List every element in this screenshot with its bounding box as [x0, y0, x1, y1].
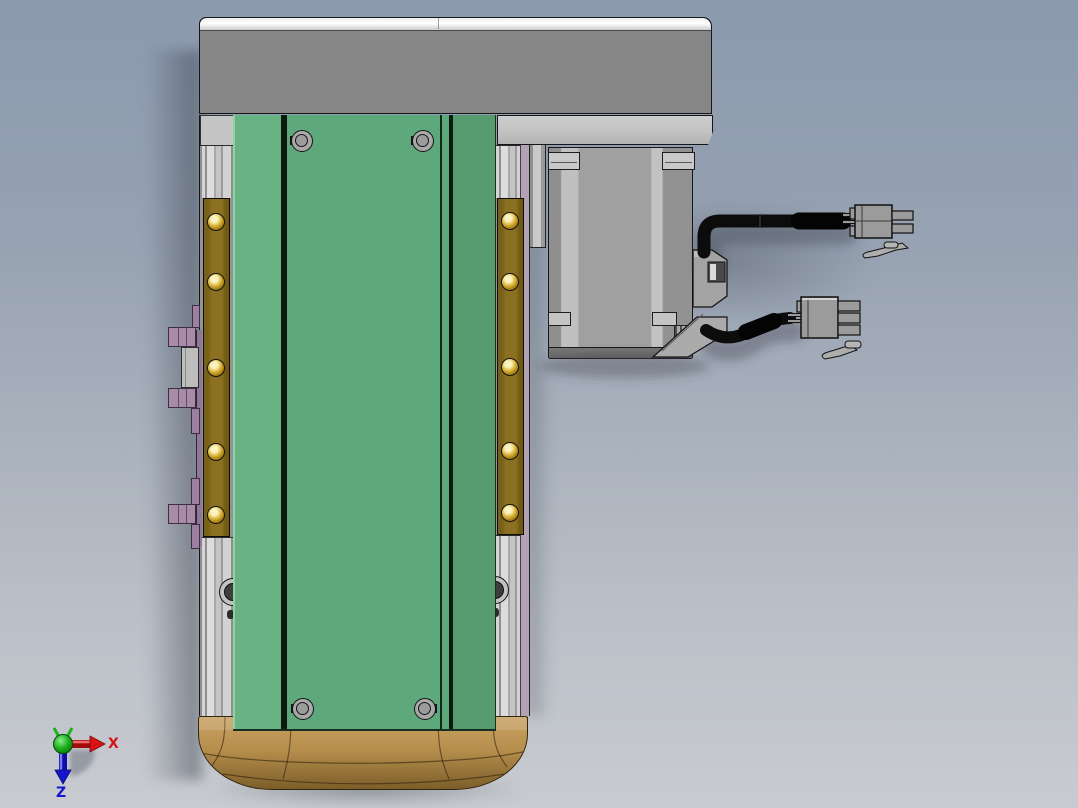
carriage-screw-core: [416, 134, 429, 147]
screw-notch: [435, 704, 437, 713]
motor-cable-bottom: [700, 312, 802, 344]
rail-screw: [207, 443, 225, 461]
screw-notch: [411, 136, 413, 145]
cad-viewport[interactable]: X Z: [0, 0, 1078, 808]
sensor1-tab-top: [192, 305, 200, 328]
orientation-triad: X Z: [52, 727, 119, 801]
belt-filler-strip: [442, 115, 449, 731]
motor-clip-left: [548, 312, 571, 326]
motor-shaft-housing: [529, 145, 546, 248]
sensor-bracket: [181, 347, 199, 388]
screw-notch: [290, 136, 292, 145]
screw-notch: [291, 704, 293, 713]
sensor3-tab-bottom: [191, 524, 200, 549]
rail-screw: [501, 504, 519, 522]
top-end-plate: [199, 17, 712, 114]
triad-x-arrow: [69, 735, 106, 753]
sensor2-tab-bottom: [191, 408, 200, 434]
limit-sensor-2: [168, 388, 196, 408]
carriage-screw-core: [296, 702, 309, 715]
belt-strip-right: [453, 115, 496, 731]
motor-grille: [674, 325, 695, 349]
cable-tie-bottom: [821, 344, 859, 360]
carriage-screw: [414, 698, 437, 720]
carriage-plate: [287, 115, 440, 731]
triad-z-arrow: [54, 750, 72, 785]
rail-screw: [207, 506, 225, 524]
carriage-screw: [411, 130, 434, 152]
cable-bead-top: [883, 241, 899, 249]
rail-screw: [207, 273, 225, 291]
rail-screw: [501, 273, 519, 291]
carriage-screw-core: [418, 702, 431, 715]
rail-screw: [501, 442, 519, 460]
stepper-motor: [548, 147, 695, 359]
axis-label-z: Z: [56, 785, 66, 801]
cap-bevel-seam: [438, 18, 439, 29]
motor-mount-tab-right: [662, 152, 695, 170]
carriage-screw: [290, 130, 313, 152]
motor-clip-right: [652, 312, 677, 326]
cable-bead-bottom: [844, 340, 862, 349]
sensor3-tab-top: [191, 478, 200, 505]
motor-mount-tab-left: [548, 152, 580, 170]
extrusion-ribs-lower-left: [200, 537, 234, 718]
limit-sensor-1: [168, 327, 196, 347]
extrusion-ribs-upper-left: [200, 145, 234, 200]
green-bottom-edge: [233, 729, 496, 731]
rail-screw: [501, 212, 519, 230]
triad-origin-ball: [53, 734, 73, 754]
rail-screw: [501, 358, 519, 376]
axis-label-x: X: [108, 736, 119, 752]
rail-screw: [207, 213, 225, 231]
motor-base-stripe: [549, 347, 692, 359]
rail-screw: [207, 359, 225, 377]
extrusion-block-top-left: [200, 115, 236, 147]
belt-strip-left: [233, 115, 281, 731]
carriage-screw: [291, 698, 314, 720]
limit-sensor-3: [168, 504, 196, 524]
carriage-screw-core: [295, 134, 308, 147]
motor-mount-plate: [497, 115, 713, 145]
triad-shadow-arc: [70, 750, 96, 776]
cap-bevel-highlight: [200, 18, 711, 31]
